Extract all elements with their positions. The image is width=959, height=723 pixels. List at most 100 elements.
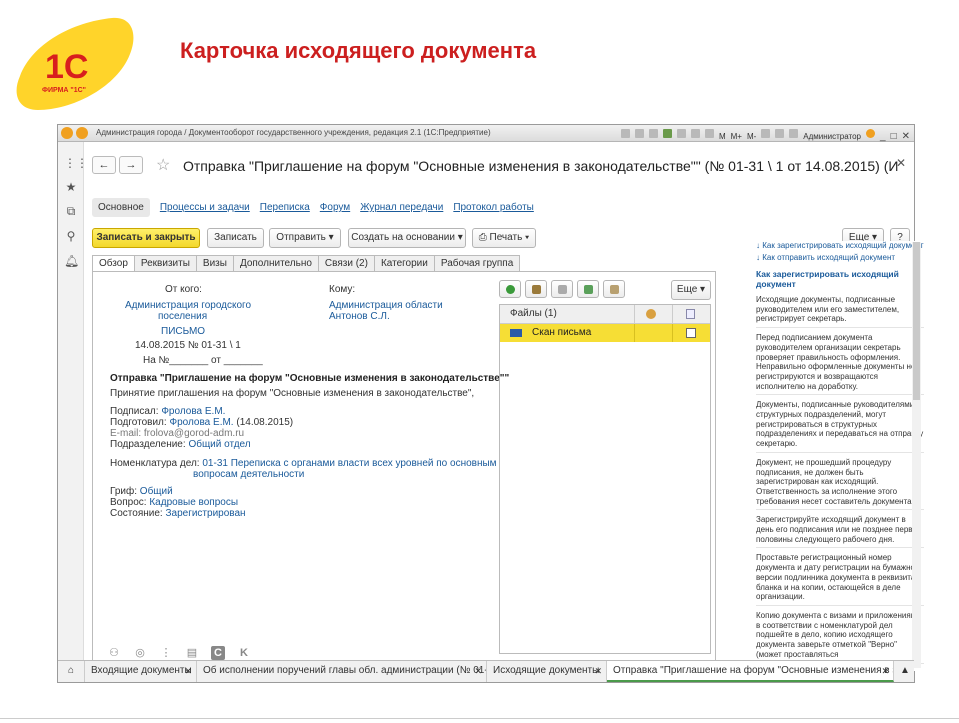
tab-additional[interactable]: Дополнительно [232, 255, 319, 272]
main-menu-icon[interactable] [76, 127, 88, 139]
preview-icon[interactable] [648, 128, 658, 138]
back-button[interactable]: ← [92, 156, 116, 174]
info-icon[interactable] [775, 128, 785, 138]
menu-grid-icon[interactable]: ⋮⋮ [64, 156, 88, 170]
help-scroll-thumb[interactable] [913, 242, 920, 400]
add-file-button[interactable] [499, 280, 521, 298]
print-icon[interactable] [634, 128, 644, 138]
m-button[interactable]: M [719, 129, 726, 141]
close-form-icon[interactable]: ✕ [896, 156, 906, 170]
calc-icon[interactable] [690, 128, 700, 138]
taskbar-tab-outgoing[interactable]: Исходящие документы ✕ [487, 661, 607, 682]
user-icon [789, 128, 799, 138]
close-tab-icon[interactable]: ✕ [594, 661, 602, 681]
lock-file-button[interactable] [603, 280, 625, 298]
dept-value[interactable]: Общий отдел [188, 439, 250, 450]
section-transfer-log[interactable]: Журнал передачи [360, 202, 443, 213]
section-forum[interactable]: Форум [320, 202, 350, 213]
section-processes[interactable]: Процессы и задачи [160, 202, 250, 213]
prepared-row: Подготовил: Фролова Е.М. (14.08.2015) [110, 417, 293, 428]
m-plus-button[interactable]: M+ [731, 129, 742, 141]
tab-visas[interactable]: Визы [195, 255, 234, 272]
from-org-line1[interactable]: Администрация городского [125, 300, 251, 311]
na-ot: от [211, 355, 221, 366]
taskbar-tab-orders[interactable]: Об исполнении поручений главы обл. админ… [197, 661, 487, 682]
create-based-button[interactable]: Создать на основании ▾ [348, 228, 466, 248]
tab-details[interactable]: Реквизиты [133, 255, 197, 272]
add-icon [506, 285, 515, 294]
help-scrollbar[interactable] [912, 242, 921, 668]
state-value[interactable]: Зарегистрирован [165, 508, 245, 519]
taskbar-tab-current[interactable]: Отправка "Приглашение на форум "Основные… [607, 661, 894, 682]
save-button[interactable]: Записать [207, 228, 264, 248]
file-checkbox[interactable] [686, 328, 696, 338]
expand-bar-icon[interactable]: ▲ [894, 661, 916, 682]
open-file-button[interactable] [525, 280, 547, 298]
minimize-icon[interactable]: _ [880, 129, 886, 142]
tab-workgroup[interactable]: Рабочая группа [433, 255, 521, 272]
taskbar-tab-incoming[interactable]: Входящие документы ✕ [85, 661, 197, 682]
send-label: Отправить [276, 232, 326, 243]
comments-icon[interactable]: ▤ [185, 646, 199, 660]
m-minus-button[interactable]: M- [747, 129, 756, 141]
search-icon[interactable]: ⚲ [64, 229, 78, 243]
user-name[interactable]: Администратор [803, 129, 861, 141]
home-icon[interactable]: ⌂ [58, 661, 85, 682]
help-icon[interactable] [866, 128, 875, 138]
close-tab-icon[interactable]: ✕ [881, 661, 889, 680]
doc-icon [686, 309, 695, 319]
send-dropdown-button[interactable]: Отправить ▾ [269, 228, 341, 248]
save-icon[interactable] [620, 128, 630, 138]
forward-button[interactable]: → [119, 156, 143, 174]
target-icon[interactable]: ◎ [133, 646, 147, 660]
edit-file-button[interactable] [577, 280, 599, 298]
maximize-icon[interactable]: □ [891, 129, 897, 142]
app-icon[interactable] [61, 127, 73, 139]
prepared-value[interactable]: Фролова Е.М. [169, 417, 233, 428]
favorite-star-icon[interactable]: ☆ [156, 155, 170, 175]
nomen-value-line2[interactable]: вопросам деятельности [193, 469, 304, 480]
section-correspondence[interactable]: Переписка [260, 202, 310, 213]
favorites-star-icon[interactable]: ★ [64, 180, 78, 194]
form-tabs: Обзор Реквизиты Визы Дополнительно Связи… [92, 255, 521, 272]
printer-icon: ⎙ [478, 232, 487, 243]
question-value[interactable]: Кадровые вопросы [149, 497, 238, 508]
section-work-log[interactable]: Протокол работы [453, 202, 534, 213]
doc-type[interactable]: ПИСЬМО [161, 326, 205, 337]
to-person[interactable]: Антонов С.Л. [329, 311, 390, 322]
history-icon[interactable]: ⧉ [64, 204, 78, 218]
help-link-send[interactable]: ↓ Как отправить исходящий документ [756, 253, 924, 263]
bell-icon[interactable]: 🔔︎ [64, 254, 79, 268]
help-link-register[interactable]: ↓ Как зарегистрировать исходящий докумен… [756, 241, 924, 251]
link-icon[interactable] [662, 128, 672, 138]
grif-label: Гриф: [110, 486, 138, 497]
signed-value[interactable]: Фролова Е.М. [161, 406, 225, 417]
zoom-icon[interactable] [761, 128, 771, 138]
grif-value[interactable]: Общий [140, 486, 173, 497]
view-file-button[interactable] [551, 280, 573, 298]
table-icon[interactable] [676, 128, 686, 138]
close-window-icon[interactable]: ✕ [902, 129, 910, 142]
nomen-label: Номенклатура дел: [110, 458, 200, 469]
window-title: Администрация города / Документооборот г… [96, 128, 491, 137]
file-row[interactable]: Скан письма [500, 324, 710, 342]
files-more-button[interactable]: Еще ▾ [671, 280, 711, 300]
email-value: frolova@gorod-adm.ru [143, 428, 245, 439]
section-main[interactable]: Основное [92, 198, 150, 217]
close-tab-icon[interactable]: ✕ [184, 661, 192, 681]
tab-categories[interactable]: Категории [373, 255, 435, 272]
print-button[interactable]: ⎙ Печать ▾ [472, 228, 536, 248]
reg-number: 14.08.2015 № 01-31 \ 1 [135, 340, 241, 351]
close-tab-icon[interactable]: ✕ [474, 661, 482, 681]
tree-icon[interactable]: ⋮ [159, 646, 173, 660]
save-and-close-button[interactable]: Записать и закрыть [92, 228, 200, 248]
c-icon[interactable]: C [211, 646, 225, 660]
from-org-line2[interactable]: поселения [158, 311, 207, 322]
calendar-icon[interactable] [704, 128, 714, 138]
k-icon[interactable]: K [237, 646, 251, 660]
people-icon[interactable]: ⚇ [107, 646, 121, 660]
nomen-value-line1[interactable]: 01-31 Переписка с органами власти всех у… [202, 458, 496, 469]
tab-links[interactable]: Связи (2) [317, 255, 375, 272]
tab-overview[interactable]: Обзор [92, 255, 135, 272]
to-org[interactable]: Администрация области [329, 300, 443, 311]
